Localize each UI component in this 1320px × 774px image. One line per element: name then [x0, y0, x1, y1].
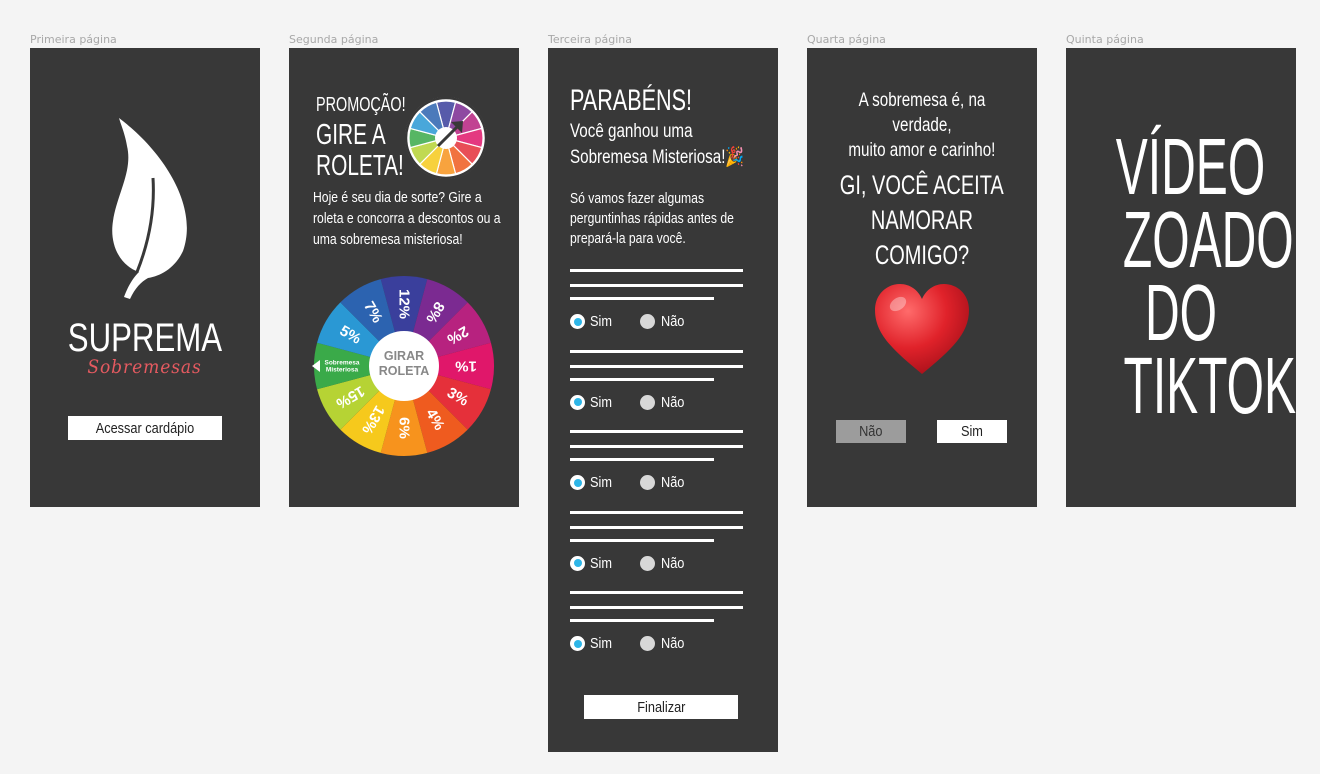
- no-button[interactable]: Não: [836, 420, 906, 443]
- roulette-wheel[interactable]: 12% 8%2%1%3%4%6%13%15%Sobremesa Misteriosa…: [312, 274, 496, 458]
- yes-radio[interactable]: [570, 636, 585, 651]
- question-text-line: [570, 284, 743, 287]
- no-radio[interactable]: [640, 314, 655, 329]
- yes-label[interactable]: Sim: [590, 394, 616, 411]
- frame-quarta-pagina: A sobremesa é, na verdade, muito amor e …: [807, 48, 1037, 507]
- wheel-segment-label: 6%: [396, 417, 413, 439]
- answer-options: Sim Não: [570, 313, 750, 331]
- brand-subtitle: Sobremesas: [87, 356, 203, 378]
- leaf-icon: [112, 118, 187, 299]
- question-text-line: [570, 430, 743, 433]
- answer-options: Sim Não: [570, 635, 750, 653]
- question-text-line: [570, 538, 714, 542]
- brand-name: SUPREMA: [67, 316, 223, 360]
- finish-button[interactable]: Finalizar: [584, 695, 738, 719]
- question-text-line: [570, 349, 743, 353]
- questions-intro: Só vamos fazer algumas perguntinhas rápi…: [570, 191, 734, 247]
- question-text-line: [570, 591, 743, 594]
- yes-label[interactable]: Sim: [590, 635, 616, 652]
- answer-options: Sim Não: [570, 555, 750, 573]
- frame-terceira-pagina: PARABÉNS! Você ganhou uma Sobremesa Mist…: [548, 48, 778, 752]
- tiktok-video-title: VÍDEO ZOADO DO TIKTOK: [1115, 122, 1296, 430]
- no-radio[interactable]: [640, 636, 655, 651]
- frame-label-segunda: Segunda página: [289, 33, 379, 46]
- wheel-segment-label: Sobremesa Misteriosa: [324, 359, 359, 373]
- frame-quinta-pagina: VÍDEO ZOADO DO TIKTOK: [1066, 48, 1296, 507]
- frame-label-terceira: Terceira página: [548, 33, 633, 46]
- question-text-line: [570, 458, 714, 461]
- question-text-line: [570, 297, 714, 300]
- wheel-segment-label: 12%: [396, 289, 413, 319]
- yes-label[interactable]: Sim: [590, 313, 616, 330]
- no-radio[interactable]: [640, 475, 655, 490]
- spin-button[interactable]: GIRAR ROLETA: [369, 331, 439, 401]
- frame-primeira-pagina: SUPREMA Sobremesas Acessar cardápio: [30, 48, 260, 507]
- question-text-line: [570, 606, 743, 609]
- no-label[interactable]: Não: [661, 474, 689, 491]
- question-text-line: [570, 377, 714, 381]
- no-label[interactable]: Não: [661, 313, 689, 330]
- question-text-line: [570, 510, 743, 514]
- spin-button-line2: ROLETA: [379, 364, 429, 378]
- dessert-message: A sobremesa é, na verdade, muito amor e …: [848, 90, 996, 161]
- frame-segunda-pagina: PROMOÇÃO! GIRE A ROLETA! Hoje é seu dia …: [289, 48, 519, 507]
- yes-button[interactable]: Sim: [937, 420, 1007, 443]
- question-text-line: [570, 269, 743, 272]
- spin-button-line1: GIRAR: [384, 349, 424, 363]
- question-text-line: [570, 525, 743, 529]
- yes-radio[interactable]: [570, 314, 585, 329]
- yes-label[interactable]: Sim: [590, 555, 616, 572]
- question-text-line: [570, 619, 714, 622]
- congrats-subtitle: Você ganhou uma Sobremesa Misteriosa!🎉: [570, 121, 745, 168]
- frame-label-primeira: Primeira página: [30, 33, 117, 46]
- no-label[interactable]: Não: [661, 635, 689, 652]
- no-label[interactable]: Não: [661, 555, 689, 572]
- no-label[interactable]: Não: [661, 394, 689, 411]
- congrats-title: PARABÉNS!: [570, 84, 693, 117]
- yes-radio[interactable]: [570, 555, 585, 571]
- frame-label-quinta: Quinta página: [1066, 33, 1144, 46]
- roulette-icon: [404, 96, 488, 180]
- heart-icon: [875, 284, 969, 374]
- wheel-segment-label: 1%: [455, 358, 477, 375]
- frame-label-quarta: Quarta página: [807, 33, 886, 46]
- menu-access-button[interactable]: Acessar cardápio: [68, 416, 222, 440]
- answer-options: Sim Não: [570, 394, 750, 412]
- question-text-line: [570, 445, 743, 448]
- proposal-question: GI, VOCÊ ACEITA NAMORAR COMIGO?: [840, 170, 1004, 270]
- yes-radio[interactable]: [570, 475, 585, 490]
- answer-options: Sim Não: [570, 474, 750, 492]
- question-text-line: [570, 364, 743, 368]
- no-radio[interactable]: [640, 555, 655, 571]
- yes-label[interactable]: Sim: [590, 474, 616, 491]
- no-radio[interactable]: [640, 394, 655, 410]
- promo-description: Hoje é seu dia de sorte? Gire a roleta e…: [313, 190, 501, 248]
- yes-radio[interactable]: [570, 394, 585, 410]
